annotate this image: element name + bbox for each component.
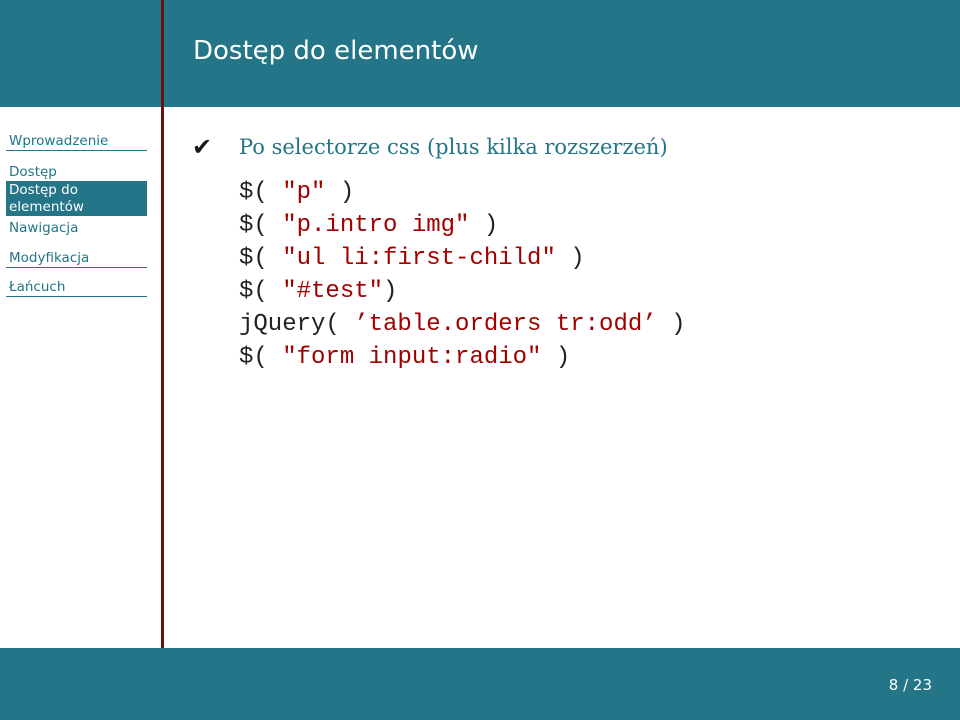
code-suffix: ) bbox=[656, 311, 686, 338]
code-string: "p" bbox=[282, 179, 326, 206]
code-prefix: $( bbox=[239, 245, 283, 272]
sidebar-item-wprowadzenie[interactable]: Wprowadzenie bbox=[6, 133, 147, 151]
code-string: "ul li:first-child" bbox=[282, 245, 556, 272]
page-number: 8 / 23 bbox=[889, 676, 932, 694]
code-suffix: ) bbox=[325, 179, 355, 206]
code-suffix: ) bbox=[383, 278, 398, 305]
code-prefix: $( bbox=[239, 179, 283, 206]
sidebar-divider bbox=[161, 0, 164, 720]
sidebar-item-modyfikacja[interactable]: Modyfikacja bbox=[6, 250, 147, 268]
code-string: "p.intro img" bbox=[282, 212, 470, 239]
code-line: $( "p" ) bbox=[239, 176, 354, 209]
sidebar-item-lancuch[interactable]: Łańcuch bbox=[6, 279, 147, 297]
bullet-text: Po selectorze css (plus kilka rozszerzeń… bbox=[239, 135, 668, 159]
code-line: jQuery( ’table.orders tr:odd’ ) bbox=[239, 308, 685, 341]
code-prefix: $( bbox=[239, 344, 283, 371]
page-current: 8 bbox=[888, 676, 899, 694]
slide-header: Dostęp do elementów bbox=[0, 0, 960, 107]
code-string: "form input:radio" bbox=[282, 344, 542, 371]
code-line: $( "form input:radio" ) bbox=[239, 341, 570, 374]
check-icon: ✔ bbox=[192, 133, 213, 161]
sidebar-item-nawigacja[interactable]: Nawigacja bbox=[6, 220, 147, 237]
slide-title: Dostęp do elementów bbox=[193, 36, 479, 66]
code-prefix: $( bbox=[239, 278, 283, 305]
code-line: $( "#test") bbox=[239, 275, 397, 308]
code-string: "#test" bbox=[282, 278, 384, 305]
sidebar-item-dostep-do-elementow[interactable]: Dostęp do elementów bbox=[6, 182, 147, 216]
code-suffix: ) bbox=[555, 245, 585, 272]
code-suffix: ) bbox=[469, 212, 499, 239]
code-string: ’table.orders tr:odd’ bbox=[354, 311, 657, 338]
sidebar-item-label-line2: elementów bbox=[9, 199, 84, 215]
sidebar-item-dostep[interactable]: Dostęp bbox=[6, 164, 147, 182]
code-prefix: jQuery( bbox=[239, 311, 355, 338]
sidebar-item-label-line1: Dostęp do bbox=[9, 182, 78, 198]
code-line: $( "p.intro img" ) bbox=[239, 209, 498, 242]
code-suffix: ) bbox=[541, 344, 571, 371]
page-total: 23 bbox=[912, 676, 932, 694]
code-line: $( "ul li:first-child" ) bbox=[239, 242, 585, 275]
page-separator: / bbox=[903, 676, 909, 694]
slide-footer bbox=[0, 648, 960, 720]
code-prefix: $( bbox=[239, 212, 283, 239]
